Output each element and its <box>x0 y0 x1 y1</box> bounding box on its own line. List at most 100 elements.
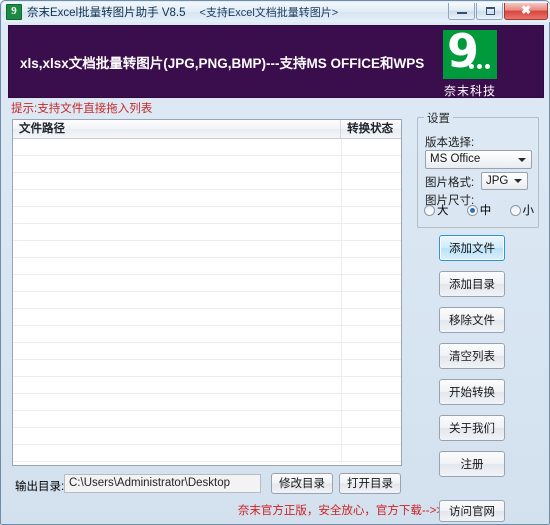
app-logo-icon <box>6 3 22 20</box>
chevron-down-icon <box>518 157 526 162</box>
cell-file-path <box>13 139 342 155</box>
table-row[interactable] <box>13 292 401 309</box>
table-row[interactable] <box>13 173 401 190</box>
table-row[interactable] <box>13 445 401 462</box>
format-select[interactable]: JPG <box>481 172 528 190</box>
output-dir-label: 输出目录: <box>15 481 65 493</box>
cell-file-path <box>13 445 342 461</box>
promo-banner: xls,xlsx文档批量转图片(JPG,PNG,BMP)---支持MS OFFI… <box>8 25 544 98</box>
table-row[interactable] <box>13 377 401 394</box>
cell-status <box>342 224 401 240</box>
cell-file-path <box>13 343 342 359</box>
size-option-large[interactable]: 大 <box>424 202 449 218</box>
table-row[interactable] <box>13 156 401 173</box>
cell-file-path <box>13 275 342 291</box>
output-dir-input[interactable]: C:\Users\Administrator\Desktop <box>64 474 261 493</box>
window-subtitle: <支持Excel文档批量转图片> <box>199 7 339 19</box>
window-title: 奈末Excel批量转图片助手 V8.5 <box>27 7 186 19</box>
settings-legend: 设置 <box>424 110 453 126</box>
clear-list-button[interactable]: 清空列表 <box>439 343 505 369</box>
cell-file-path <box>13 173 342 189</box>
maximize-button[interactable] <box>476 3 503 20</box>
size-radio-group: 大 中 小 <box>424 202 534 218</box>
modify-dir-button[interactable]: 修改目录 <box>271 473 333 494</box>
window-controls: ✖ <box>448 3 548 20</box>
cell-file-path <box>13 292 342 308</box>
table-row[interactable] <box>13 207 401 224</box>
cell-file-path <box>13 394 342 410</box>
table-row[interactable] <box>13 275 401 292</box>
cell-status <box>342 156 401 172</box>
file-list[interactable]: 文件路径 转换状态 <box>12 119 402 466</box>
table-row[interactable] <box>13 326 401 343</box>
table-row[interactable] <box>13 343 401 360</box>
promo-text: 奈末官方正版，安全放心，官方下载-->> <box>237 505 443 517</box>
start-convert-button[interactable]: 开始转换 <box>439 379 505 405</box>
cell-status <box>342 411 401 427</box>
visit-official-site-button[interactable]: 访问官网 <box>439 500 505 522</box>
cell-file-path <box>13 377 342 393</box>
register-button[interactable]: 注册 <box>439 451 505 477</box>
size-option-small-label: 小 <box>522 205 535 217</box>
logo-dot-icon <box>477 64 482 69</box>
remove-file-button[interactable]: 移除文件 <box>439 307 505 333</box>
file-list-body[interactable] <box>13 139 401 462</box>
radio-icon <box>509 204 521 216</box>
table-row[interactable] <box>13 309 401 326</box>
cell-status <box>342 394 401 410</box>
cell-status <box>342 258 401 274</box>
cell-file-path <box>13 224 342 240</box>
minimize-icon <box>457 12 467 14</box>
cell-status <box>342 428 401 444</box>
size-option-small[interactable]: 小 <box>509 202 535 218</box>
chevron-down-icon <box>514 179 522 183</box>
minimize-button[interactable] <box>448 3 475 20</box>
cell-status <box>342 377 401 393</box>
version-select[interactable]: MS Office <box>425 150 532 169</box>
table-row[interactable] <box>13 258 401 275</box>
open-dir-button[interactable]: 打开目录 <box>339 473 401 494</box>
banner-headline: xls,xlsx文档批量转图片(JPG,PNG,BMP)---支持MS OFFI… <box>20 56 425 71</box>
size-option-medium[interactable]: 中 <box>466 202 491 218</box>
column-header-status[interactable]: 转换状态 <box>341 120 401 138</box>
close-button[interactable]: ✖ <box>504 3 548 20</box>
radio-icon <box>466 204 478 216</box>
column-header-file-path[interactable]: 文件路径 <box>13 120 342 138</box>
brand-logo-mark: 9 <box>443 30 497 79</box>
size-option-large-label: 大 <box>437 205 449 217</box>
table-row[interactable] <box>13 428 401 445</box>
add-file-button[interactable]: 添加文件 <box>439 235 505 261</box>
table-row[interactable] <box>13 139 401 156</box>
cell-file-path <box>13 309 342 325</box>
cell-status <box>342 292 401 308</box>
add-folder-button[interactable]: 添加目录 <box>439 271 505 297</box>
version-label: 版本选择: <box>425 137 475 149</box>
action-button-column: 添加文件 添加目录 移除文件 清空列表 开始转换 关于我们 注册 <box>439 235 505 487</box>
table-row[interactable] <box>13 394 401 411</box>
cell-file-path <box>13 360 342 376</box>
table-row[interactable] <box>13 224 401 241</box>
drag-drop-hint: 提示:支持文件直接拖入列表 <box>11 103 153 115</box>
cell-status <box>342 241 401 257</box>
table-row[interactable] <box>13 360 401 377</box>
brand-name: 奈末科技 <box>443 84 496 98</box>
radio-icon <box>424 204 435 216</box>
table-row[interactable] <box>13 411 401 428</box>
cell-file-path <box>13 207 342 223</box>
cell-status <box>342 139 401 155</box>
cell-file-path <box>13 428 342 444</box>
cell-status <box>342 190 401 206</box>
about-us-button[interactable]: 关于我们 <box>439 415 505 441</box>
table-row[interactable] <box>13 190 401 207</box>
cell-file-path <box>13 156 342 172</box>
cell-status <box>342 173 401 189</box>
close-icon: ✖ <box>520 3 532 17</box>
cell-file-path <box>13 411 342 427</box>
logo-dot-icon <box>485 64 490 69</box>
cell-status <box>342 275 401 291</box>
cell-status <box>342 207 401 223</box>
format-select-value: JPG <box>486 175 509 187</box>
cell-file-path <box>13 190 342 206</box>
table-row[interactable] <box>13 241 401 258</box>
cell-file-path <box>13 258 342 274</box>
